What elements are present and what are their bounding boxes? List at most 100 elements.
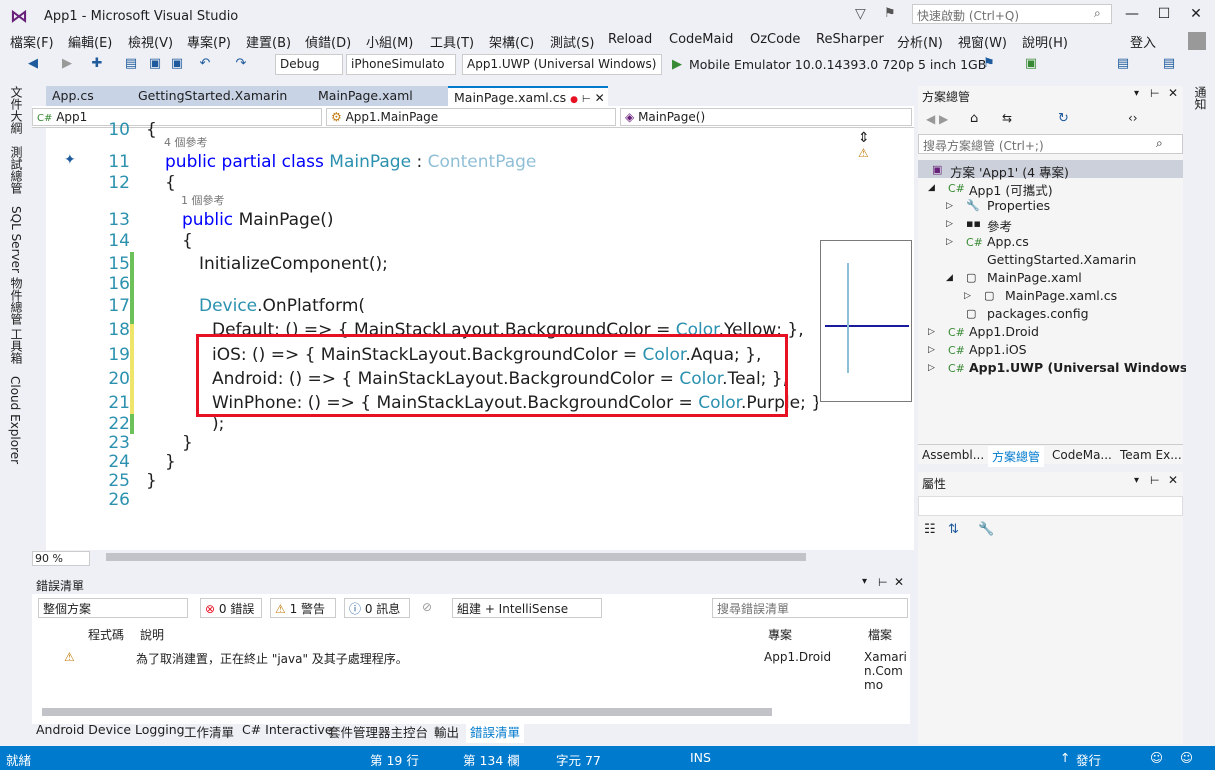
tab-cloud-explorer[interactable]: Cloud Explorer xyxy=(8,376,22,464)
sign-in-link[interactable]: 登入 xyxy=(1130,32,1156,51)
menu-team[interactable]: 小組(M) xyxy=(366,32,413,51)
redo-icon[interactable]: ↷ xyxy=(232,56,250,74)
tree-item-references[interactable]: 參考 xyxy=(987,216,1012,235)
close-icon[interactable]: ✕ xyxy=(1168,86,1178,100)
expand-arrow-icon[interactable]: ▷ xyxy=(928,327,935,337)
filter-icon[interactable]: ▽ xyxy=(855,6,866,22)
tree-item-solution[interactable]: 方案 'App1' (4 專案) xyxy=(950,162,1069,181)
menu-help[interactable]: 說明(H) xyxy=(1022,32,1068,51)
collapse-arrow-icon[interactable]: ◢ xyxy=(946,273,953,283)
run-icon[interactable]: ▶ xyxy=(672,57,682,72)
tab-android-device-logging[interactable]: Android Device Logging xyxy=(36,722,185,737)
menu-edit[interactable]: 編輯(E) xyxy=(68,32,112,51)
sync-icon[interactable]: ⇆ xyxy=(1002,111,1012,125)
panel-dropdown-icon[interactable]: ▾ xyxy=(1134,475,1139,486)
menu-resharper[interactable]: ReSharper xyxy=(816,32,884,47)
menu-analyze[interactable]: 分析(N) xyxy=(897,32,943,51)
pin-icon[interactable]: ⊢ xyxy=(878,576,888,589)
bookmark-icon[interactable]: ▤ xyxy=(1114,56,1132,74)
tab-app-cs[interactable]: App.cs xyxy=(46,86,132,106)
feedback-icon[interactable]: ☺ xyxy=(1150,750,1163,765)
run-target-button[interactable]: Mobile Emulator 10.0.14393.0 720p 5 inch… xyxy=(689,57,986,72)
tree-item-app1-ios[interactable]: App1.iOS xyxy=(969,342,1027,357)
error-search-input[interactable]: 搜尋錯誤清單 xyxy=(712,598,908,618)
menu-file[interactable]: 檔案(F) xyxy=(10,32,54,51)
menu-ozcode[interactable]: OzCode xyxy=(750,32,800,47)
project-dropdown[interactable]: C# App1 xyxy=(32,108,322,126)
forward-icon[interactable]: ▶ xyxy=(58,56,76,74)
back-icon[interactable]: ◀ ▶ xyxy=(926,112,948,126)
quick-launch-input[interactable]: 快速啟動 (Ctrl+Q) xyxy=(912,4,1112,24)
properties-object-select[interactable] xyxy=(918,496,1183,516)
panel-dropdown-icon[interactable]: ▾ xyxy=(1134,88,1139,99)
tab-task-list[interactable]: 工作清單 xyxy=(184,722,234,741)
class-dropdown[interactable]: ⚙ App1.MainPage xyxy=(326,108,616,126)
horizontal-scrollbar[interactable] xyxy=(42,708,772,716)
tab-csharp-interactive[interactable]: C# Interactive xyxy=(242,722,333,737)
breakpoint-glyph-icon[interactable]: ✦ xyxy=(64,152,76,168)
expand-arrow-icon[interactable]: ▷ xyxy=(946,219,953,229)
horizontal-scrollbar[interactable] xyxy=(106,553,806,561)
menu-codemaid[interactable]: CodeMaid xyxy=(669,32,733,47)
messages-filter-button[interactable]: ⓘ 0 訊息 xyxy=(344,598,410,618)
tree-item-app1-portable[interactable]: App1 (可攜式) xyxy=(969,180,1053,199)
collapse-arrow-icon[interactable]: ◢ xyxy=(928,183,935,193)
menu-build[interactable]: 建置(B) xyxy=(246,32,291,51)
menu-project[interactable]: 專案(P) xyxy=(187,32,231,51)
tab-test-explorer[interactable]: 測試總管 xyxy=(8,146,25,194)
minimize-button[interactable]: — xyxy=(1118,6,1146,26)
menu-tools[interactable]: 工具(T) xyxy=(430,32,474,51)
tab-assembly[interactable]: Assembl... xyxy=(922,448,984,462)
menu-reload[interactable]: Reload xyxy=(608,32,652,47)
tab-solution-explorer[interactable]: 方案總管 xyxy=(988,446,1045,467)
split-handle-icon[interactable]: ⇕ xyxy=(858,130,870,146)
tree-item-mainpage-xaml[interactable]: MainPage.xaml xyxy=(987,270,1082,285)
tree-item-mainpage-xaml-cs[interactable]: MainPage.xaml.cs xyxy=(1005,288,1117,303)
close-icon[interactable]: ✕ xyxy=(894,575,904,589)
expand-arrow-icon[interactable]: ▷ xyxy=(928,345,935,355)
configuration-select[interactable]: Debug xyxy=(275,54,343,75)
open-icon[interactable]: ▤ xyxy=(122,56,140,74)
expand-arrow-icon[interactable]: ▷ xyxy=(928,363,935,373)
back-icon[interactable]: ◀ xyxy=(24,56,42,74)
close-tab-icon[interactable]: ✕ xyxy=(595,91,605,105)
menu-view[interactable]: 檢視(V) xyxy=(128,32,173,51)
tree-item-packages-config[interactable]: packages.config xyxy=(987,306,1089,321)
tab-mainpage-xaml-cs[interactable]: MainPage.xaml.cs ● ⊢ ✕ xyxy=(448,86,608,106)
avatar[interactable] xyxy=(1188,32,1206,50)
column-header-code[interactable]: 程式碼 xyxy=(88,626,124,643)
expand-arrow-icon[interactable]: ▷ xyxy=(946,237,953,247)
tab-output[interactable]: 輸出 xyxy=(434,722,459,741)
tab-toolbox[interactable]: 工具箱 xyxy=(8,328,25,364)
undo-icon[interactable]: ↶ xyxy=(196,56,214,74)
menu-test[interactable]: 測試(S) xyxy=(550,32,594,51)
tab-team-explorer[interactable]: Team Ex... xyxy=(1120,448,1182,462)
tab-sql-server-explorer[interactable]: SQL Server 物件總管 xyxy=(8,206,25,325)
warnings-filter-button[interactable]: ⚠ 1 警告 xyxy=(270,598,336,618)
save-all-icon[interactable]: ▣ xyxy=(168,56,186,74)
comment-icon[interactable]: ▤ xyxy=(1160,56,1178,74)
startup-project-select[interactable]: App1.UWP (Universal Windows) xyxy=(462,54,662,75)
device-icon[interactable]: ▣ xyxy=(1022,56,1040,74)
maximize-button[interactable]: ☐ xyxy=(1150,6,1178,26)
tab-document-outline[interactable]: 文件大綱 xyxy=(8,86,25,134)
save-icon[interactable]: ▣ xyxy=(146,56,164,74)
zoom-select[interactable]: 90 % xyxy=(32,551,90,566)
tree-item-properties[interactable]: Properties xyxy=(987,198,1050,213)
code-editor[interactable]: ✦ 10 { 4 個參考 11 public partial class Mai… xyxy=(46,120,822,550)
column-header-description[interactable]: 說明 xyxy=(140,626,164,643)
pin-icon[interactable]: ⊢ xyxy=(1150,474,1160,487)
feedback-icon[interactable]: ⚑ xyxy=(884,6,896,21)
alphabetical-icon[interactable]: ⇅ xyxy=(948,522,959,537)
expand-arrow-icon[interactable]: ▷ xyxy=(964,291,971,301)
codelens-references[interactable]: 1 個參考 xyxy=(181,192,225,208)
tab-notifications[interactable]: 通知 xyxy=(1192,86,1209,110)
tree-item-app1-droid[interactable]: App1.Droid xyxy=(969,324,1039,339)
close-icon[interactable]: ✕ xyxy=(1168,473,1178,487)
tab-error-list[interactable]: 錯誤清單 xyxy=(466,720,525,743)
new-item-icon[interactable]: ✚ xyxy=(88,56,106,74)
pin-icon[interactable]: ⊢ xyxy=(1150,87,1160,100)
publish-button[interactable]: 發行 xyxy=(1076,750,1101,769)
menu-debug[interactable]: 偵錯(D) xyxy=(305,32,351,51)
notifications-icon[interactable]: ☺ xyxy=(1180,750,1193,765)
